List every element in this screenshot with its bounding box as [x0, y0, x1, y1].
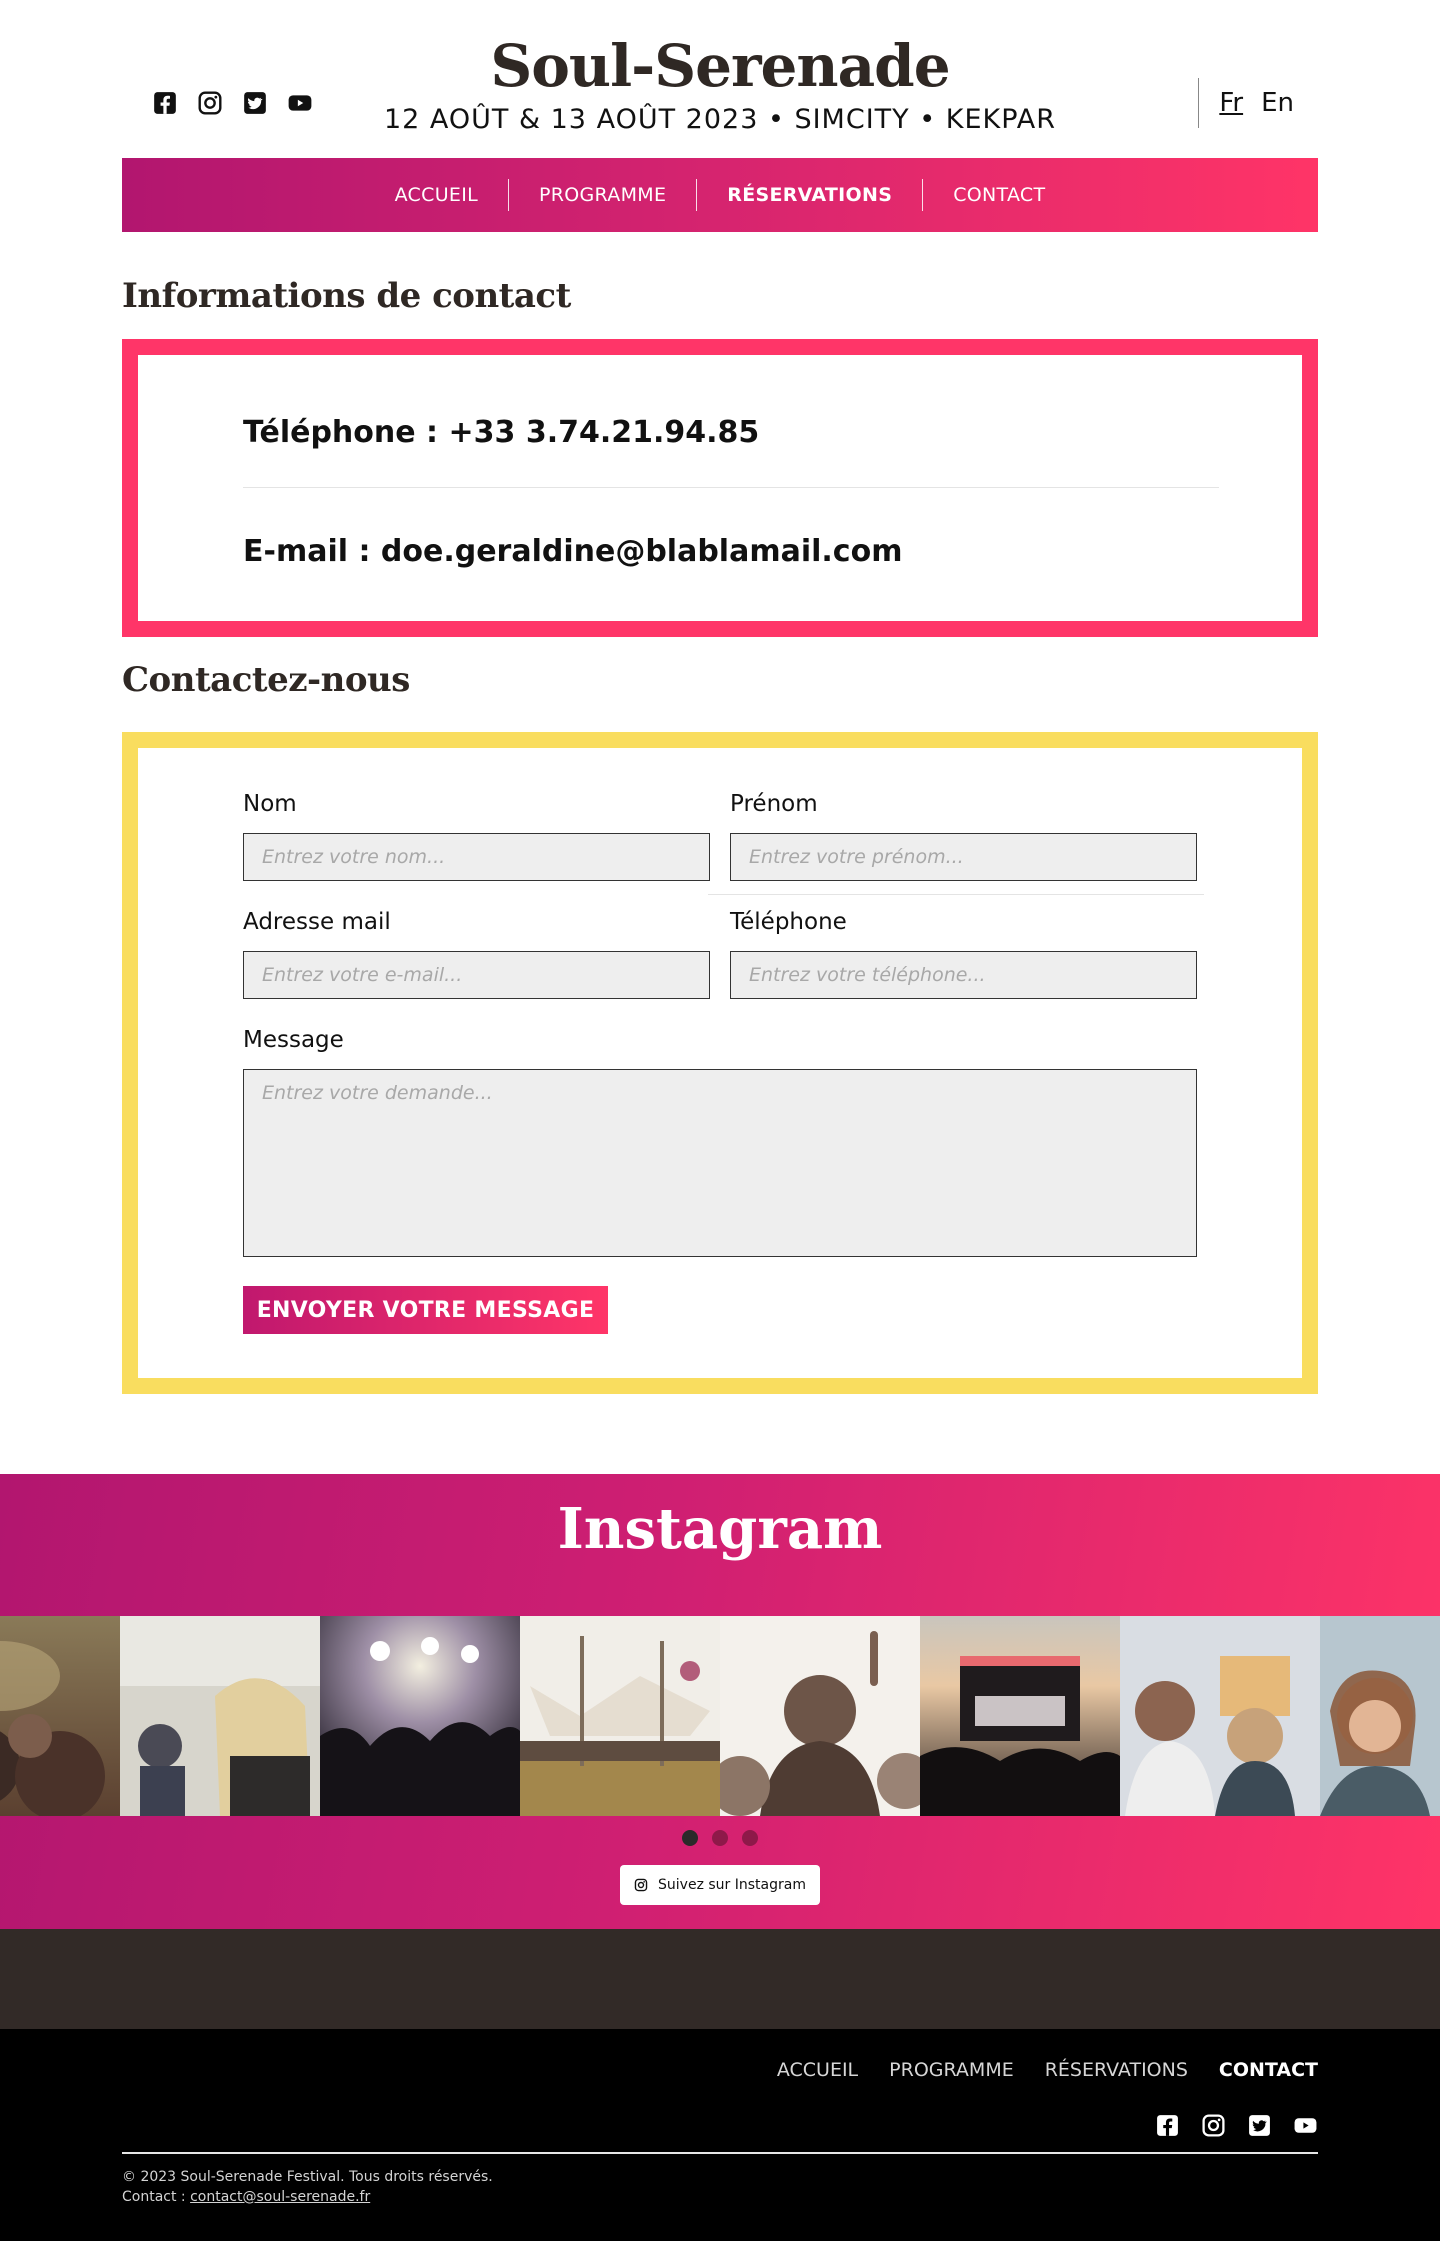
footer-nav-programme[interactable]: PROGRAMME	[889, 2059, 1014, 2081]
instagram-photo[interactable]	[120, 1616, 320, 1816]
brand-block: Soul-Serenade 12 AOÛT & 13 AOÛT 2023 • S…	[122, 30, 1318, 138]
instagram-photo[interactable]	[320, 1616, 520, 1816]
instagram-photo[interactable]	[720, 1616, 920, 1816]
telephone-label: Téléphone	[730, 909, 847, 935]
follow-instagram-button[interactable]: Suivez sur Instagram	[620, 1865, 820, 1905]
footer-nav-accueil[interactable]: ACCUEIL	[777, 2059, 858, 2081]
follow-instagram-label: Suivez sur Instagram	[658, 1877, 806, 1893]
instagram-photo[interactable]	[920, 1616, 1120, 1816]
send-message-button[interactable]: ENVOYER VOTRE MESSAGE	[243, 1286, 608, 1334]
contact-email: E-mail : doe.geraldine@blablamail.com	[243, 534, 903, 569]
instagram-photo[interactable]	[0, 1616, 120, 1816]
message-textarea[interactable]	[243, 1069, 1197, 1257]
youtube-icon[interactable]	[1293, 2113, 1318, 2138]
decorative-band	[0, 1929, 1440, 2029]
carousel-dots	[0, 1830, 1440, 1846]
copyright-text: © 2023 Soul-Serenade Festival. Tous droi…	[122, 2169, 493, 2185]
nom-input[interactable]	[243, 833, 710, 881]
prenom-label: Prénom	[730, 791, 818, 817]
contact-info-heading: Informations de contact	[122, 276, 571, 316]
instagram-section: Instagram Suivez sur Instagram	[0, 1474, 1440, 1929]
footer-nav: ACCUEIL PROGRAMME RÉSERVATIONS CONTACT	[777, 2059, 1318, 2081]
facebook-icon[interactable]	[1155, 2113, 1180, 2138]
instagram-photo[interactable]	[1120, 1616, 1320, 1816]
message-label: Message	[243, 1027, 344, 1053]
contact-form-heading: Contactez-nous	[122, 660, 410, 700]
nav-item-programme[interactable]: PROGRAMME	[508, 179, 696, 211]
lang-fr-link[interactable]: Fr	[1219, 88, 1243, 118]
site-title[interactable]: Soul-Serenade	[122, 30, 1318, 102]
email-label: Adresse mail	[243, 909, 391, 935]
language-switcher: Fr En	[1198, 78, 1294, 128]
footer-contact-line: Contact : contact@soul-serenade.fr	[122, 2187, 493, 2207]
site-footer: ACCUEIL PROGRAMME RÉSERVATIONS CONTACT ©…	[0, 2029, 1440, 2241]
footer-copyright: © 2023 Soul-Serenade Festival. Tous droi…	[122, 2167, 493, 2207]
telephone-input[interactable]	[730, 951, 1197, 999]
divider	[243, 487, 1219, 488]
instagram-icon[interactable]	[1201, 2113, 1226, 2138]
divider	[708, 894, 1204, 895]
nav-item-reservations[interactable]: RÉSERVATIONS	[696, 179, 922, 211]
instagram-heading: Instagram	[557, 1496, 883, 1562]
twitter-icon[interactable]	[1247, 2113, 1272, 2138]
main-nav: ACCUEIL PROGRAMME RÉSERVATIONS CONTACT	[122, 158, 1318, 232]
email-input[interactable]	[243, 951, 710, 999]
festival-dates-location: 12 AOÛT & 13 AOÛT 2023 • SIMCITY • KEKPA…	[383, 104, 1057, 135]
nav-item-contact[interactable]: CONTACT	[922, 179, 1075, 211]
nom-label: Nom	[243, 791, 297, 817]
prenom-input[interactable]	[730, 833, 1197, 881]
divider	[122, 2152, 1318, 2154]
carousel-dot[interactable]	[742, 1830, 758, 1846]
footer-contact-prefix: Contact :	[122, 2189, 191, 2205]
instagram-icon	[634, 1878, 648, 1892]
carousel-dot[interactable]	[682, 1830, 698, 1846]
instagram-photo[interactable]	[1320, 1616, 1440, 1816]
footer-social-links	[1155, 2113, 1318, 2138]
contact-phone: Téléphone : +33 3.74.21.94.85	[243, 415, 760, 450]
footer-contact-email-link[interactable]: contact@soul-serenade.fr	[190, 2189, 370, 2205]
nav-item-accueil[interactable]: ACCUEIL	[365, 179, 508, 211]
contact-info-card: Téléphone : +33 3.74.21.94.85 E-mail : d…	[122, 339, 1318, 637]
site-header: Soul-Serenade 12 AOÛT & 13 AOÛT 2023 • S…	[122, 0, 1318, 158]
instagram-photo[interactable]	[520, 1616, 720, 1816]
instagram-photo-strip	[0, 1616, 1440, 1816]
footer-nav-contact[interactable]: CONTACT	[1219, 2059, 1318, 2081]
footer-nav-reservations[interactable]: RÉSERVATIONS	[1045, 2059, 1188, 2081]
carousel-dot[interactable]	[712, 1830, 728, 1846]
contact-form: Nom Prénom Adresse mail Téléphone Messag…	[122, 732, 1318, 1394]
lang-en-link[interactable]: En	[1261, 88, 1294, 118]
